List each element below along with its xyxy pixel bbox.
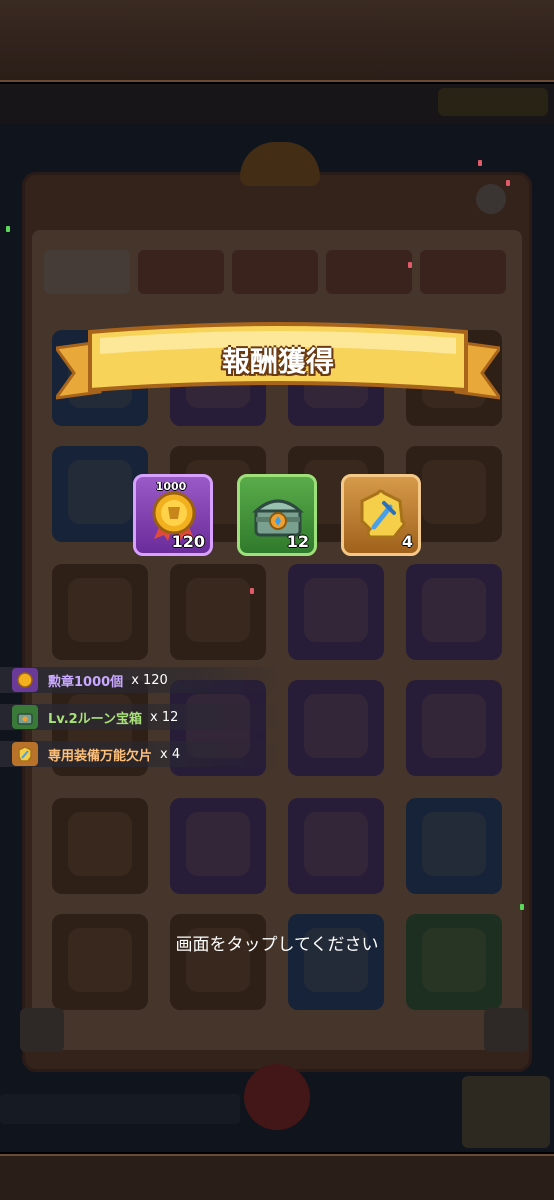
sparkle: [6, 226, 10, 232]
sparkle: [520, 904, 524, 910]
reward-tile-chest[interactable]: 12: [237, 474, 317, 556]
puzzle-shard-icon: [12, 742, 38, 766]
green-chest-icon: [12, 705, 38, 729]
reward-list-item: 勲章1000個 x 120: [0, 667, 280, 693]
reward-name: Lv.2ルーン宝箱: [48, 711, 143, 727]
reward-name: 専用装備万能欠片: [48, 748, 153, 764]
sparkle: [250, 588, 254, 594]
reward-list-item: Lv.2ルーン宝箱 x 12: [0, 704, 280, 730]
bottom-bar: [0, 1154, 554, 1200]
gold-medal-icon: [12, 668, 38, 692]
top-bar: [0, 0, 554, 82]
sparkle: [408, 262, 412, 268]
reward-count: x 120: [131, 672, 168, 688]
tile-quantity: 12: [286, 532, 309, 551]
tile-quantity: 4: [401, 532, 413, 551]
reward-tile-medal[interactable]: 1000 120: [133, 474, 213, 556]
tile-quantity: 120: [171, 532, 205, 551]
reward-name: 勲章1000個: [48, 674, 124, 690]
reward-count: x 4: [160, 746, 181, 762]
reward-ribbon: 報酬獲得: [56, 318, 500, 410]
tile-top-label: 1000: [155, 480, 187, 493]
reward-title: 報酬獲得: [221, 345, 334, 378]
sparkle: [478, 160, 482, 166]
reward-count: x 12: [150, 709, 179, 725]
reward-list-item: 専用装備万能欠片 x 4: [0, 741, 280, 767]
tap-to-continue-hint: 画面をタップしてください: [175, 935, 379, 955]
sparkle: [506, 180, 510, 186]
reward-overlay[interactable]: [0, 84, 554, 1152]
reward-tile-shard[interactable]: 4: [341, 474, 421, 556]
